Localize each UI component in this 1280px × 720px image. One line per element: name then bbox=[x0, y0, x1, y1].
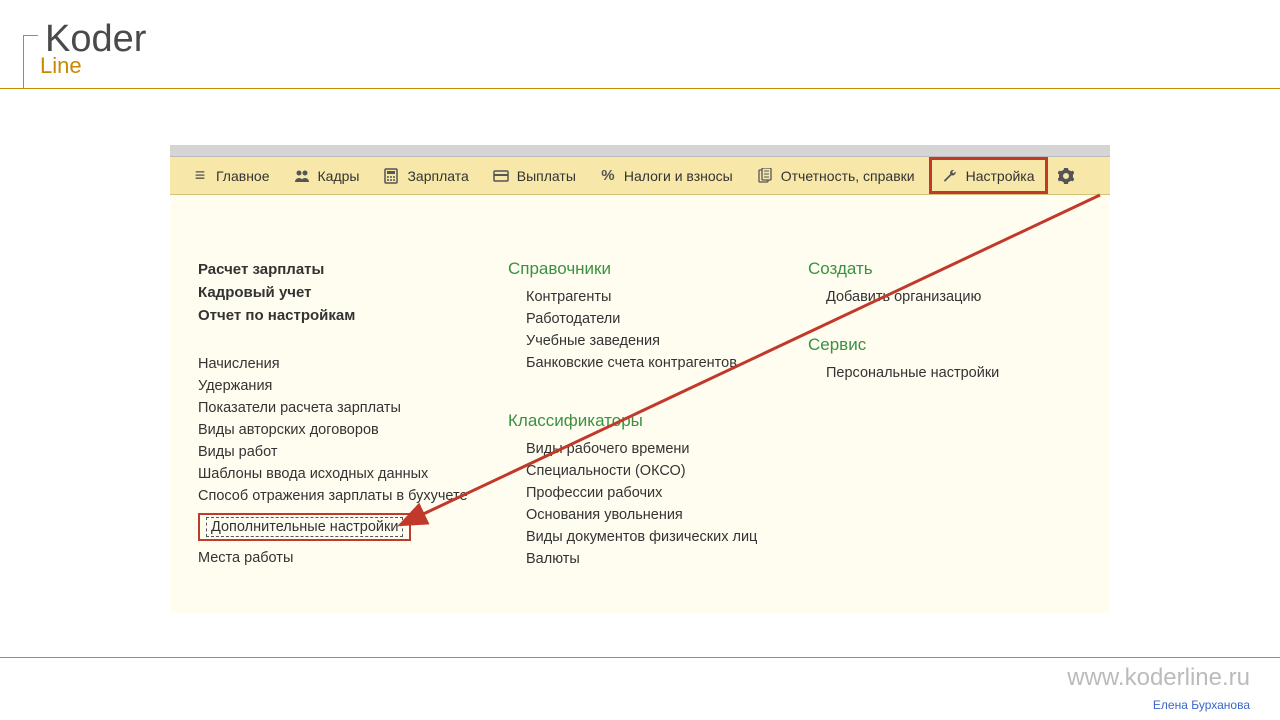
nav-item-salary-reflection[interactable]: Способ отражения зарплаты в бухучете bbox=[198, 488, 488, 504]
nav-item-counterparties[interactable]: Контрагенты bbox=[508, 289, 788, 305]
nav-item-employers[interactable]: Работодатели bbox=[508, 311, 788, 327]
nav-item-currencies[interactable]: Валюты bbox=[508, 551, 788, 567]
nav-item-additional-settings[interactable]: Дополнительные настройки bbox=[206, 517, 403, 537]
nav-item-worktime-types[interactable]: Виды рабочего времени bbox=[508, 441, 788, 457]
app-titlebar[interactable] bbox=[170, 145, 1110, 157]
section-header-directories: Справочники bbox=[508, 259, 788, 279]
column-1: Расчет зарплаты Кадровый учет Отчет по н… bbox=[198, 255, 488, 573]
main-toolbar: ≡ Главное Кадры Зарплата Выплаты % Налог… bbox=[170, 157, 1110, 195]
gear-icon[interactable] bbox=[1058, 167, 1074, 184]
toolbar-label: Настройка bbox=[966, 168, 1035, 184]
nav-item-add-organization[interactable]: Добавить организацию bbox=[808, 289, 1038, 305]
column-2: Справочники Контрагенты Работодатели Уче… bbox=[508, 255, 788, 573]
toolbar-item-settings[interactable]: Настройка bbox=[929, 157, 1048, 194]
nav-item-accruals[interactable]: Начисления bbox=[198, 356, 488, 372]
logo-sub-text: Line bbox=[40, 53, 82, 79]
nav-item-payroll-indicators[interactable]: Показатели расчета зарплаты bbox=[198, 400, 488, 416]
nav-item-input-templates[interactable]: Шаблоны ввода исходных данных bbox=[198, 466, 488, 482]
section-header-create: Создать bbox=[808, 259, 1038, 279]
calculator-icon bbox=[383, 167, 399, 184]
content-area: Расчет зарплаты Кадровый учет Отчет по н… bbox=[170, 195, 1110, 613]
column-3: Создать Добавить организацию Сервис Перс… bbox=[808, 255, 1038, 573]
toolbar-label: Выплаты bbox=[517, 168, 576, 184]
card-icon bbox=[493, 167, 509, 184]
footer-author: Елена Бурханова bbox=[1153, 698, 1250, 712]
report-icon bbox=[757, 167, 773, 184]
percent-icon: % bbox=[600, 167, 616, 184]
menu-icon: ≡ bbox=[192, 165, 208, 186]
section-header-classifiers: Классификаторы bbox=[508, 411, 788, 431]
toolbar-item-main[interactable]: ≡ Главное bbox=[180, 157, 282, 194]
wrench-icon bbox=[942, 167, 958, 184]
toolbar-item-reports[interactable]: Отчетность, справки bbox=[745, 157, 927, 194]
toolbar-label: Главное bbox=[216, 168, 270, 184]
nav-item-dismissal-grounds[interactable]: Основания увольнения bbox=[508, 507, 788, 523]
section-header-service: Сервис bbox=[808, 335, 1038, 355]
toolbar-label: Кадры bbox=[318, 168, 360, 184]
toolbar-label: Отчетность, справки bbox=[781, 168, 915, 184]
toolbar-item-taxes[interactable]: % Налоги и взносы bbox=[588, 157, 745, 194]
app-window: ≡ Главное Кадры Зарплата Выплаты % Налог… bbox=[170, 145, 1110, 613]
nav-item-deductions[interactable]: Удержания bbox=[198, 378, 488, 394]
decorative-border bbox=[23, 35, 38, 36]
nav-item-bank-accounts[interactable]: Банковские счета контрагентов bbox=[508, 355, 788, 371]
highlight-additional-settings: Дополнительные настройки bbox=[198, 513, 411, 541]
nav-item-settings-report[interactable]: Отчет по настройкам bbox=[198, 307, 488, 324]
toolbar-label: Зарплата bbox=[407, 168, 468, 184]
decorative-border bbox=[0, 88, 1280, 89]
nav-item-work-types[interactable]: Виды работ bbox=[198, 444, 488, 460]
nav-item-personnel-accounting[interactable]: Кадровый учет bbox=[198, 284, 488, 301]
toolbar-label: Налоги и взносы bbox=[624, 168, 733, 184]
nav-item-author-contracts[interactable]: Виды авторских договоров bbox=[198, 422, 488, 438]
nav-item-person-documents[interactable]: Виды документов физических лиц bbox=[508, 529, 788, 545]
nav-item-worker-professions[interactable]: Профессии рабочих bbox=[508, 485, 788, 501]
toolbar-item-payouts[interactable]: Выплаты bbox=[481, 157, 588, 194]
nav-item-educational-institutions[interactable]: Учебные заведения bbox=[508, 333, 788, 349]
nav-item-workplaces[interactable]: Места работы bbox=[198, 550, 488, 566]
nav-item-payroll-calc[interactable]: Расчет зарплаты bbox=[198, 261, 488, 278]
nav-item-specialties[interactable]: Специальности (ОКСО) bbox=[508, 463, 788, 479]
nav-item-personal-settings[interactable]: Персональные настройки bbox=[808, 365, 1038, 381]
footer-url: www.koderline.ru bbox=[1067, 664, 1250, 692]
decorative-border bbox=[23, 35, 24, 88]
toolbar-item-salary[interactable]: Зарплата bbox=[371, 157, 480, 194]
decorative-border bbox=[0, 657, 1280, 658]
people-icon bbox=[294, 167, 310, 184]
toolbar-item-personnel[interactable]: Кадры bbox=[282, 157, 372, 194]
logo: Koder Line bbox=[45, 18, 146, 61]
